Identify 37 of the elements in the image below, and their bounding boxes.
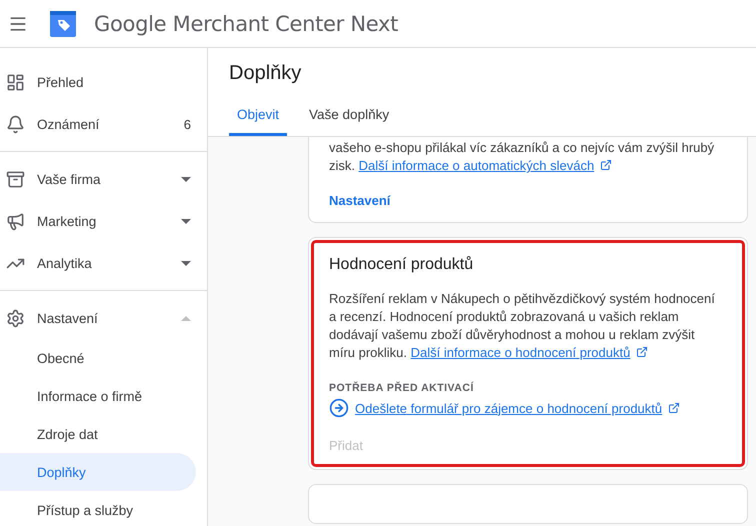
tab[interactable]: Objevit — [229, 107, 288, 136]
nav-subitem[interactable]: Zdroje dat — [0, 415, 196, 453]
arrow-circle-icon — [329, 398, 349, 418]
nav-item[interactable]: Oznámení — [37, 116, 172, 132]
requirement-heading: POTŘEBA PŘED AKTIVACÍ — [329, 382, 475, 394]
nav-item[interactable]: Nastavení — [37, 310, 169, 326]
external-link-icon[interactable] — [600, 159, 612, 171]
nav-item[interactable]: Analytika — [37, 256, 169, 270]
external-link-icon[interactable] — [668, 402, 680, 414]
nav-item[interactable]: Vaše firma — [37, 172, 169, 186]
learn-more-link[interactable]: Další informace o hodnocení produktů — [410, 345, 648, 360]
form-link[interactable]: Odešlete formulář pro zájemce o hodnocení produktů — [355, 400, 680, 416]
dashboard-icon — [6, 72, 25, 92]
card-description: vašeho e-shopu přilákal víc zákazníků a co nejvíc vám zvýšil hrubý zisk. Další informace o automatických slevách — [329, 139, 716, 175]
card-description: Rozšíření reklam v Nákupech o pětihvězdičkový systém hodnocení a recenzí. Hodnocení produktů zobrazovaná u vašich reklam dodávají vašemu zboží důvěryhodnost a mohou u reklam zvýšit míru prokliku. Další informace o hodnocení produktů — [329, 290, 716, 362]
caret-icon[interactable] — [181, 218, 191, 224]
archive-icon — [6, 170, 25, 188]
nav-subitem[interactable]: Obecné — [0, 339, 196, 377]
nav-subitem[interactable]: Informace o firmě — [0, 377, 196, 415]
card-title: Hodnocení produktů — [329, 256, 474, 274]
app-title: Google Merchant Center Next — [94, 12, 398, 36]
nav-subitem[interactable]: Přístup a služby — [0, 491, 196, 526]
nav-item[interactable]: Marketing — [37, 214, 169, 228]
external-link-icon[interactable] — [636, 346, 648, 358]
megaphone-icon — [6, 212, 25, 230]
card-action-button[interactable]: Nastavení — [329, 189, 390, 212]
page-title: Doplňky — [229, 62, 302, 85]
notification-count: 6 — [184, 116, 191, 132]
nav-subitem[interactable]: Doplňky — [0, 453, 196, 491]
tab[interactable]: Vaše doplňky — [301, 107, 398, 136]
bell-icon — [6, 114, 25, 134]
tag-logo-icon — [50, 10, 76, 36]
caret-icon[interactable] — [181, 260, 191, 266]
caret-icon[interactable] — [181, 176, 191, 182]
settings-icon — [6, 308, 25, 328]
nav-item[interactable]: Přehled — [37, 74, 191, 90]
learn-more-link[interactable]: Další informace o automatických slevách — [358, 158, 612, 173]
